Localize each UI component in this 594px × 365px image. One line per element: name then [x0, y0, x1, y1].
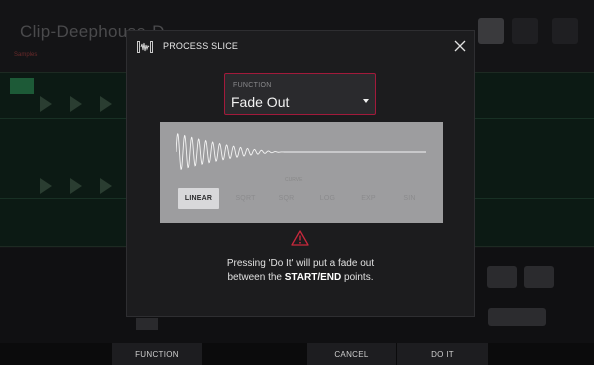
- chevron-down-icon: [363, 99, 369, 103]
- message-line-1: Pressing 'Do It' will put a fade out: [226, 258, 375, 269]
- fade-curve-preview: [176, 133, 426, 170]
- function-dropdown[interactable]: FUNCTION Fade Out: [224, 73, 376, 115]
- function-dropdown-value: Fade Out: [231, 94, 290, 110]
- dialog-title: PROCESS SLICE: [163, 41, 239, 51]
- background-search-button: [478, 18, 504, 44]
- function-dropdown-label: FUNCTION: [233, 82, 272, 89]
- message-text: between the: [227, 272, 285, 283]
- message-text: points.: [341, 272, 374, 283]
- background-side-button: [487, 266, 517, 288]
- background-list-button: [512, 18, 538, 44]
- background-arrow-icon: [40, 96, 52, 112]
- background-arrow-icon: [70, 96, 82, 112]
- message-line-2: between the START/END points.: [127, 271, 474, 285]
- background-arrow-icon: [70, 178, 82, 194]
- curve-caption: CURVE: [285, 177, 303, 183]
- fade-curve-panel: CURVE LINEAR SQRT SQR LOG EXP SIN: [160, 122, 443, 223]
- cancel-button[interactable]: CANCEL: [307, 343, 396, 365]
- message-emphasis: START/END: [284, 272, 342, 283]
- process-slice-dialog: PROCESS SLICE FUNCTION Fade Out CURVE LI…: [126, 30, 475, 317]
- curve-type-exp[interactable]: EXP: [348, 188, 389, 209]
- curve-type-log[interactable]: LOG: [307, 188, 348, 209]
- curve-type-sqrt[interactable]: SQRT: [225, 188, 266, 209]
- close-icon[interactable]: [453, 39, 467, 53]
- background-arrow-icon: [40, 178, 52, 194]
- footer-bar: FUNCTION CANCEL DO IT: [0, 343, 594, 365]
- background-arrow-icon: [100, 96, 112, 112]
- curve-type-linear[interactable]: LINEAR: [178, 188, 219, 209]
- curve-type-sin[interactable]: SIN: [389, 188, 430, 209]
- warning-icon: [291, 230, 309, 246]
- background-settings-button: [552, 18, 578, 44]
- do-it-button[interactable]: DO IT: [397, 343, 488, 365]
- curve-type-sqr[interactable]: SQR: [266, 188, 307, 209]
- curve-type-selector: LINEAR SQRT SQR LOG EXP SIN: [178, 188, 430, 209]
- background-arrow-icon: [100, 178, 112, 194]
- waveform-icon: [137, 41, 153, 53]
- background-pill: [488, 308, 546, 326]
- background-slice-marker: [10, 78, 34, 94]
- dialog-header: PROCESS SLICE: [127, 31, 474, 63]
- dialog-message: Pressing 'Do It' will put a fade out bet…: [127, 257, 474, 285]
- background-mini-badge: [136, 318, 158, 330]
- function-button[interactable]: FUNCTION: [112, 343, 202, 365]
- background-side-button: [524, 266, 554, 288]
- background-subtitle: Samples: [14, 52, 38, 58]
